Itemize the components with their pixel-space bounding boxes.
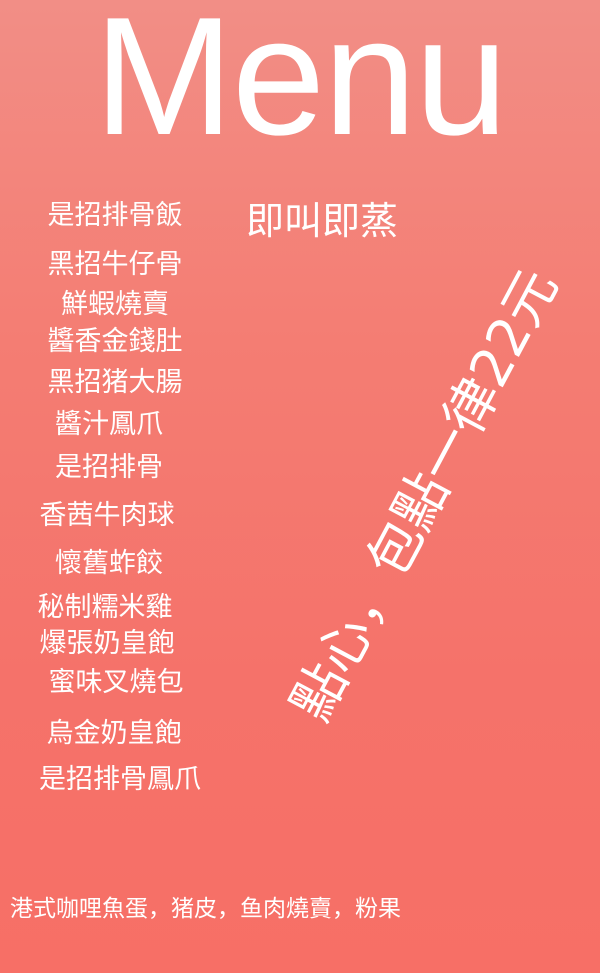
menu-title: Menu [93,0,508,170]
dish-item: 秘制糯米雞 [37,592,173,623]
dish-item: 鮮蝦燒賣 [61,289,169,320]
dish-item: 是招排骨 [55,452,163,483]
dish-item: 懷舊蚱餃 [55,548,163,579]
dish-item: 蜜味叉燒包 [48,667,184,698]
dish-item: 醬香金錢肚 [47,326,183,357]
dish-item: 醬汁鳳爪 [55,409,163,440]
price-note: 點心，包點一律22元 [279,258,570,731]
dish-item: 香茜牛肉球 [39,500,175,531]
dish-item: 是招排骨鳳爪 [39,764,201,795]
dish-item: 烏金奶皇飽 [46,718,182,749]
dish-item: 黑招牛仔骨 [47,249,183,280]
dish-item: 爆張奶皇飽 [39,628,175,659]
tagline: 即叫即蒸 [246,199,399,243]
footer-note: 港式咖哩魚蛋，猪皮，鱼肉燒賣，粉果 [10,896,401,922]
dish-item: 是招排骨飯 [47,200,183,231]
dish-item: 黑招猪大腸 [47,367,183,398]
